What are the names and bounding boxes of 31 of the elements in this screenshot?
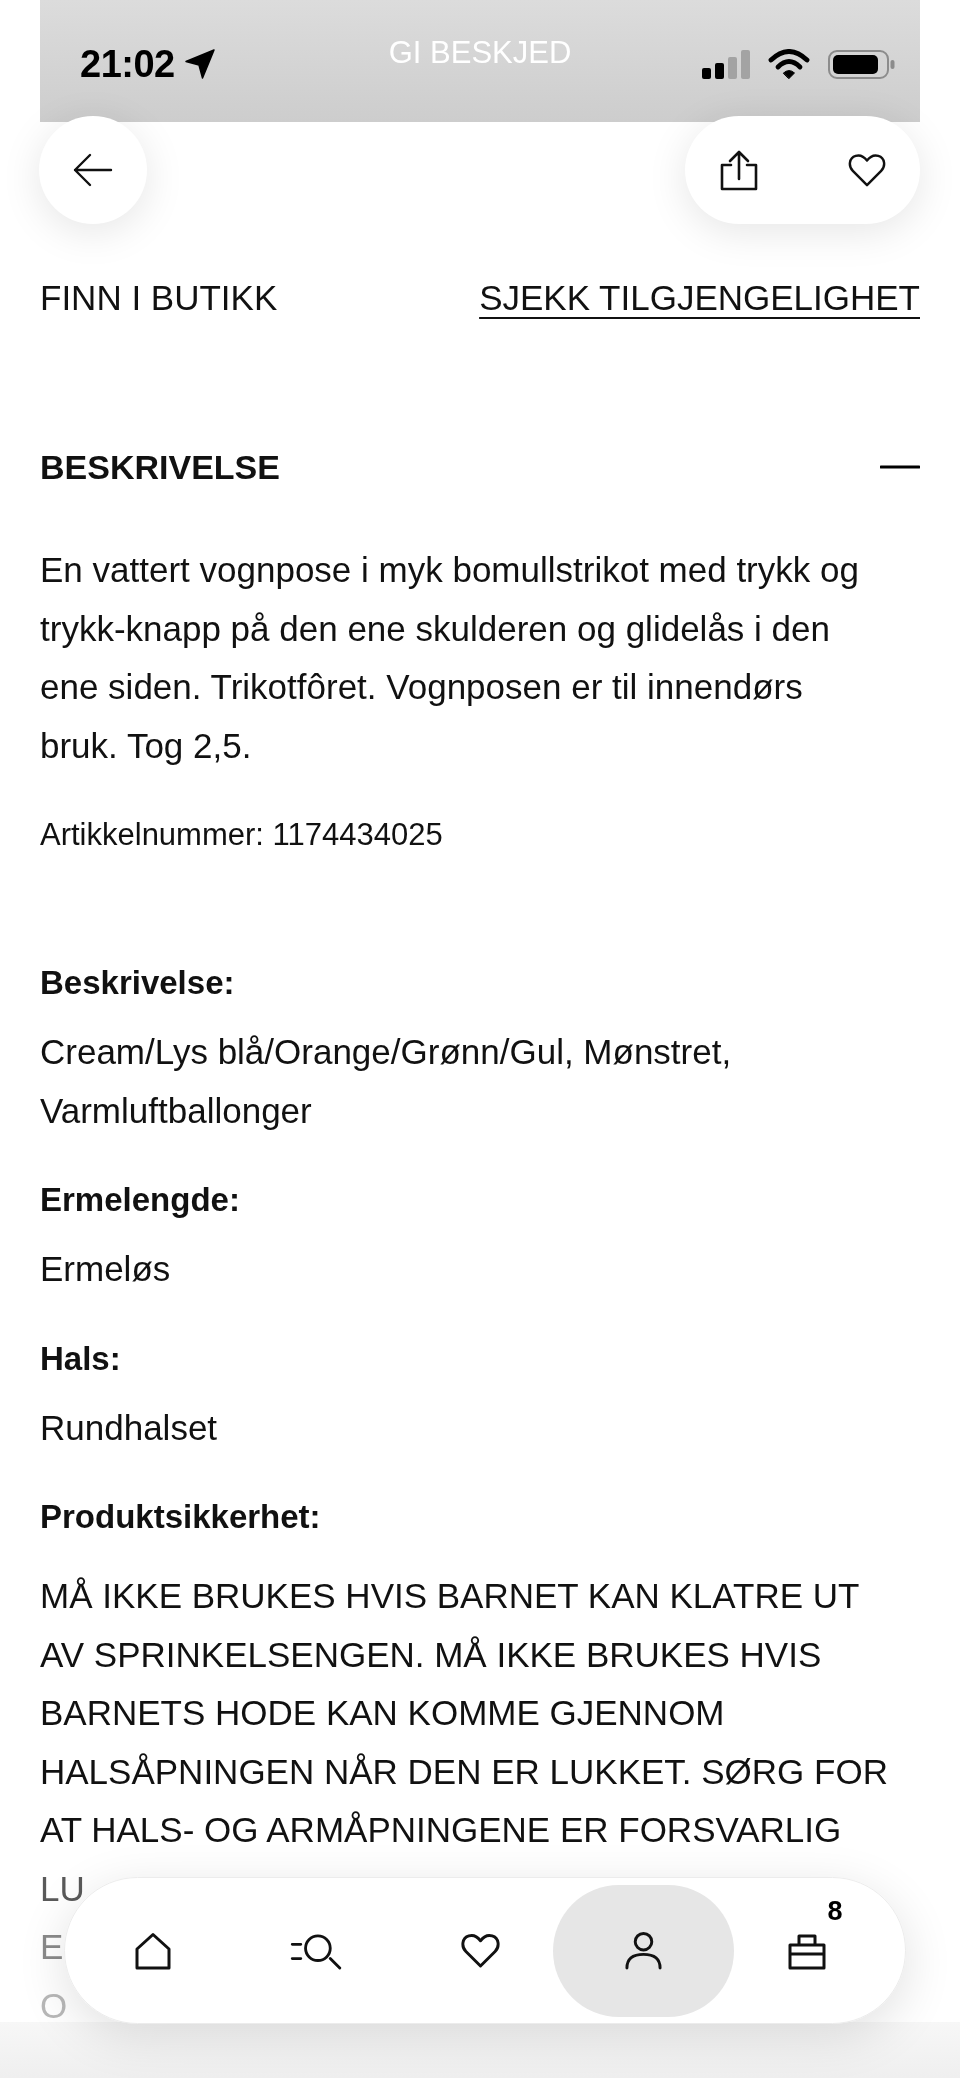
- location-arrow-icon: [184, 49, 215, 79]
- description-text: En vattert vognpose i myk bomullstrikot med trykk og trykk-knapp på den ene skulderen og glidelås i den ene siden. Trikotfôret. Vognposen er til innendørs bruk. Tog 2,5.: [40, 549, 860, 767]
- person-icon: [624, 1931, 664, 1970]
- attribute-value: Cream/Lys blå/Orange/Grønn/Gul, Mønstret, Varmluftballonger: [40, 1031, 733, 1132]
- heart-icon: [848, 153, 886, 187]
- home-icon: [133, 1931, 172, 1970]
- cart-count-label: 8: [827, 1896, 843, 1925]
- wifi-icon: [768, 49, 810, 79]
- attribute-label: Ermelengde:: [40, 1180, 241, 1220]
- back-arrow-icon: [73, 153, 113, 187]
- partial-text: E: [40, 1927, 64, 1968]
- partial-text: LU: [40, 1868, 85, 1909]
- article-number: Artikkelnummer: 1174434025: [40, 816, 444, 854]
- heart-icon: [460, 1933, 500, 1968]
- check-availability-link[interactable]: SJEKK TILGJENGELIGHET: [479, 278, 920, 318]
- search-icon: [290, 1931, 343, 1970]
- minus-icon: [880, 465, 920, 469]
- find-in-store-button[interactable]: FINN I BUTIKK: [40, 278, 278, 318]
- share-icon: [719, 149, 759, 191]
- attribute-value: Ermeløs: [40, 1248, 172, 1290]
- section-title: BESKRIVELSE: [40, 447, 280, 487]
- battery-icon: [828, 49, 895, 79]
- time-label: 21:02: [80, 42, 175, 86]
- partial-text: O: [40, 1985, 68, 2026]
- attribute-label: Beskrivelse:: [40, 963, 236, 1003]
- attribute-value: Rundhalset: [40, 1406, 219, 1449]
- bag-tab[interactable]: 8: [734, 1884, 881, 2017]
- attribute-label: Produktsikkerhet:: [40, 1497, 322, 1537]
- attribute-label: Hals:: [40, 1338, 122, 1379]
- signal-icon: [702, 49, 750, 79]
- safety-warning-text: MÅ IKKE BRUKES HVIS BARNET KAN KLATRE UT AV SPRINKELSENGEN. MÅ IKKE BRUKES HVIS BARNETS HODE KAN KOMME GJENNOM HALSÅPNINGEN NÅR DEN ER LUKKET. SØRG FOR AT HALS- OG ARMÅPNINGENE ER FORSVARLIG: [40, 1575, 889, 1851]
